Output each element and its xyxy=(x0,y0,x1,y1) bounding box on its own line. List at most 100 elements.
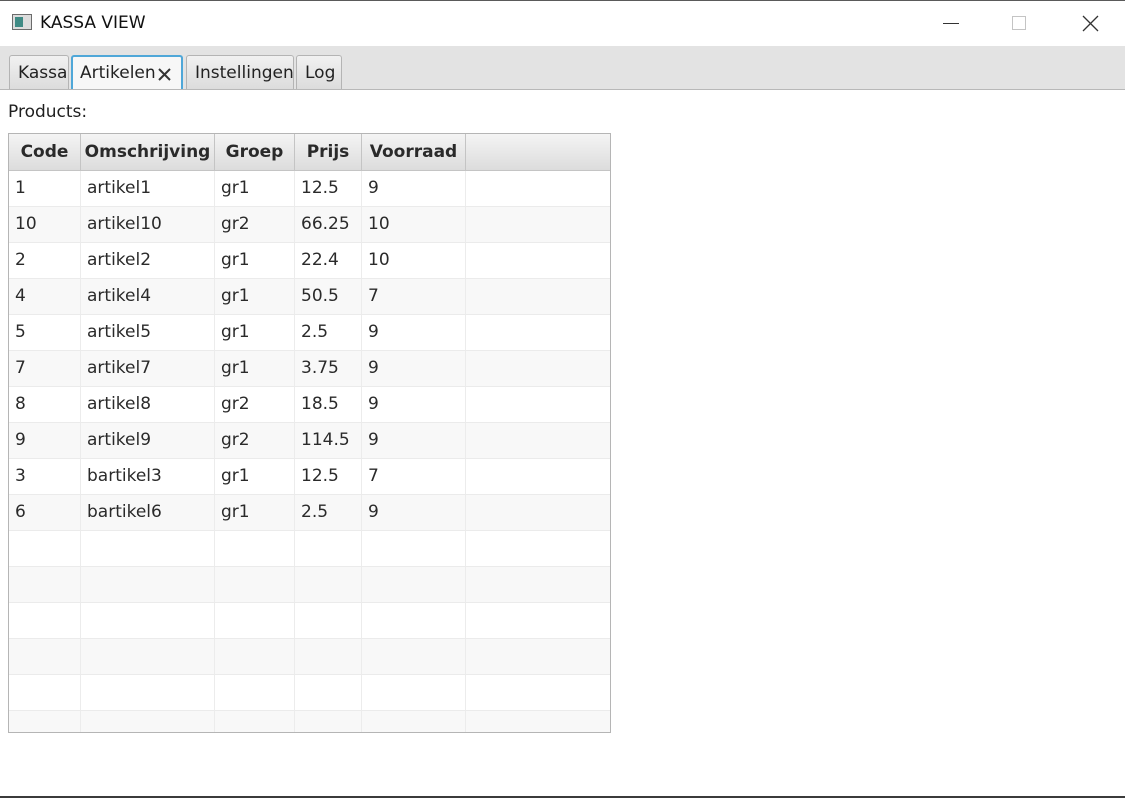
table-header: Code Omschrijving Groep Prijs Voorraad xyxy=(9,134,610,171)
cell-voorraad: 9 xyxy=(362,171,466,206)
empty-cell xyxy=(215,675,295,710)
cell-prijs: 66.25 xyxy=(295,207,362,242)
empty-table-row xyxy=(9,711,610,732)
table-row[interactable]: 9 artikel9 gr2 114.5 9 xyxy=(9,423,610,459)
empty-cell xyxy=(215,603,295,638)
empty-cell xyxy=(466,495,610,530)
cell-code: 10 xyxy=(9,207,81,242)
table-row[interactable]: 6 bartikel6 gr1 2.5 9 xyxy=(9,495,610,531)
table-row[interactable]: 4 artikel4 gr1 50.5 7 xyxy=(9,279,610,315)
column-header-prijs[interactable]: Prijs xyxy=(295,134,362,170)
cell-prijs: 114.5 xyxy=(295,423,362,458)
cell-voorraad: 9 xyxy=(362,351,466,386)
cell-omschrijving: artikel10 xyxy=(81,207,215,242)
column-header-omschrijving[interactable]: Omschrijving xyxy=(81,134,215,170)
empty-cell xyxy=(81,567,215,602)
title-bar[interactable]: KASSA VIEW xyxy=(0,1,1125,46)
empty-cell xyxy=(81,531,215,566)
empty-cell xyxy=(362,639,466,674)
tab-kassa[interactable]: Kassa xyxy=(9,55,69,89)
cell-prijs: 12.5 xyxy=(295,171,362,206)
cell-code: 3 xyxy=(9,459,81,494)
cell-prijs: 12.5 xyxy=(295,459,362,494)
cell-prijs: 18.5 xyxy=(295,387,362,422)
tab-bar: Kassa Artikelen Instellingen Log xyxy=(0,46,1125,90)
empty-cell xyxy=(295,639,362,674)
app-window-icon xyxy=(12,14,32,30)
cell-omschrijving: artikel5 xyxy=(81,315,215,350)
cell-groep: gr1 xyxy=(215,495,295,530)
empty-table-row xyxy=(9,639,610,675)
tab-label: Artikelen xyxy=(80,63,156,83)
empty-cell xyxy=(466,243,610,278)
empty-cell xyxy=(466,459,610,494)
cell-omschrijving: artikel2 xyxy=(81,243,215,278)
table-row[interactable]: 7 artikel7 gr1 3.75 9 xyxy=(9,351,610,387)
window-title: KASSA VIEW xyxy=(40,13,146,33)
cell-groep: gr1 xyxy=(215,315,295,350)
cell-omschrijving: bartikel6 xyxy=(81,495,215,530)
cell-code: 7 xyxy=(9,351,81,386)
cell-prijs: 2.5 xyxy=(295,495,362,530)
tab-log[interactable]: Log xyxy=(296,55,342,89)
empty-cell xyxy=(362,675,466,710)
cell-prijs: 2.5 xyxy=(295,315,362,350)
empty-cell xyxy=(295,531,362,566)
application-window: KASSA VIEW Kassa Artikelen Instellingen … xyxy=(0,0,1125,798)
empty-cell xyxy=(81,711,215,732)
tab-instellingen[interactable]: Instellingen xyxy=(186,55,294,89)
tab-close-icon[interactable] xyxy=(158,68,171,81)
products-label: Products: xyxy=(8,102,88,122)
tab-label: Log xyxy=(305,63,336,83)
empty-table-row xyxy=(9,675,610,711)
table-row[interactable]: 5 artikel5 gr1 2.5 9 xyxy=(9,315,610,351)
empty-cell xyxy=(466,639,610,674)
cell-groep: gr1 xyxy=(215,459,295,494)
table-row[interactable]: 2 artikel2 gr1 22.4 10 xyxy=(9,243,610,279)
cell-prijs: 3.75 xyxy=(295,351,362,386)
tab-artikelen[interactable]: Artikelen xyxy=(71,55,183,89)
empty-cell xyxy=(295,675,362,710)
empty-cell xyxy=(9,675,81,710)
table-row[interactable]: 3 bartikel3 gr1 12.5 7 xyxy=(9,459,610,495)
cell-groep: gr1 xyxy=(215,279,295,314)
column-header-voorraad[interactable]: Voorraad xyxy=(362,134,466,170)
empty-cell xyxy=(466,567,610,602)
column-header-filler xyxy=(466,134,610,170)
empty-cell xyxy=(362,567,466,602)
cell-omschrijving: artikel8 xyxy=(81,387,215,422)
products-table[interactable]: Code Omschrijving Groep Prijs Voorraad 1 arti… xyxy=(8,133,611,733)
minimize-icon xyxy=(943,23,959,24)
cell-code: 6 xyxy=(9,495,81,530)
cell-groep: gr1 xyxy=(215,351,295,386)
cell-groep: gr1 xyxy=(215,171,295,206)
cell-omschrijving: artikel4 xyxy=(81,279,215,314)
cell-code: 9 xyxy=(9,423,81,458)
empty-table-row xyxy=(9,603,610,639)
empty-cell xyxy=(9,603,81,638)
cell-voorraad: 9 xyxy=(362,315,466,350)
cell-voorraad: 9 xyxy=(362,423,466,458)
cell-code: 2 xyxy=(9,243,81,278)
close-icon xyxy=(1082,15,1099,32)
table-row[interactable]: 10 artikel10 gr2 66.25 10 xyxy=(9,207,610,243)
minimize-button[interactable] xyxy=(922,1,982,46)
table-row[interactable]: 1 artikel1 gr1 12.5 9 xyxy=(9,171,610,207)
table-row[interactable]: 8 artikel8 gr2 18.5 9 xyxy=(9,387,610,423)
empty-cell xyxy=(9,567,81,602)
cell-omschrijving: artikel9 xyxy=(81,423,215,458)
empty-cell xyxy=(466,207,610,242)
maximize-button[interactable] xyxy=(990,1,1050,46)
column-header-code[interactable]: Code xyxy=(9,134,81,170)
column-header-groep[interactable]: Groep xyxy=(215,134,295,170)
cell-code: 5 xyxy=(9,315,81,350)
empty-cell xyxy=(215,711,295,732)
close-window-button[interactable] xyxy=(1060,1,1120,46)
empty-cell xyxy=(466,603,610,638)
cell-code: 1 xyxy=(9,171,81,206)
cell-voorraad: 9 xyxy=(362,387,466,422)
cell-groep: gr2 xyxy=(215,387,295,422)
cell-omschrijving: bartikel3 xyxy=(81,459,215,494)
empty-cell xyxy=(295,711,362,732)
empty-cell xyxy=(295,603,362,638)
